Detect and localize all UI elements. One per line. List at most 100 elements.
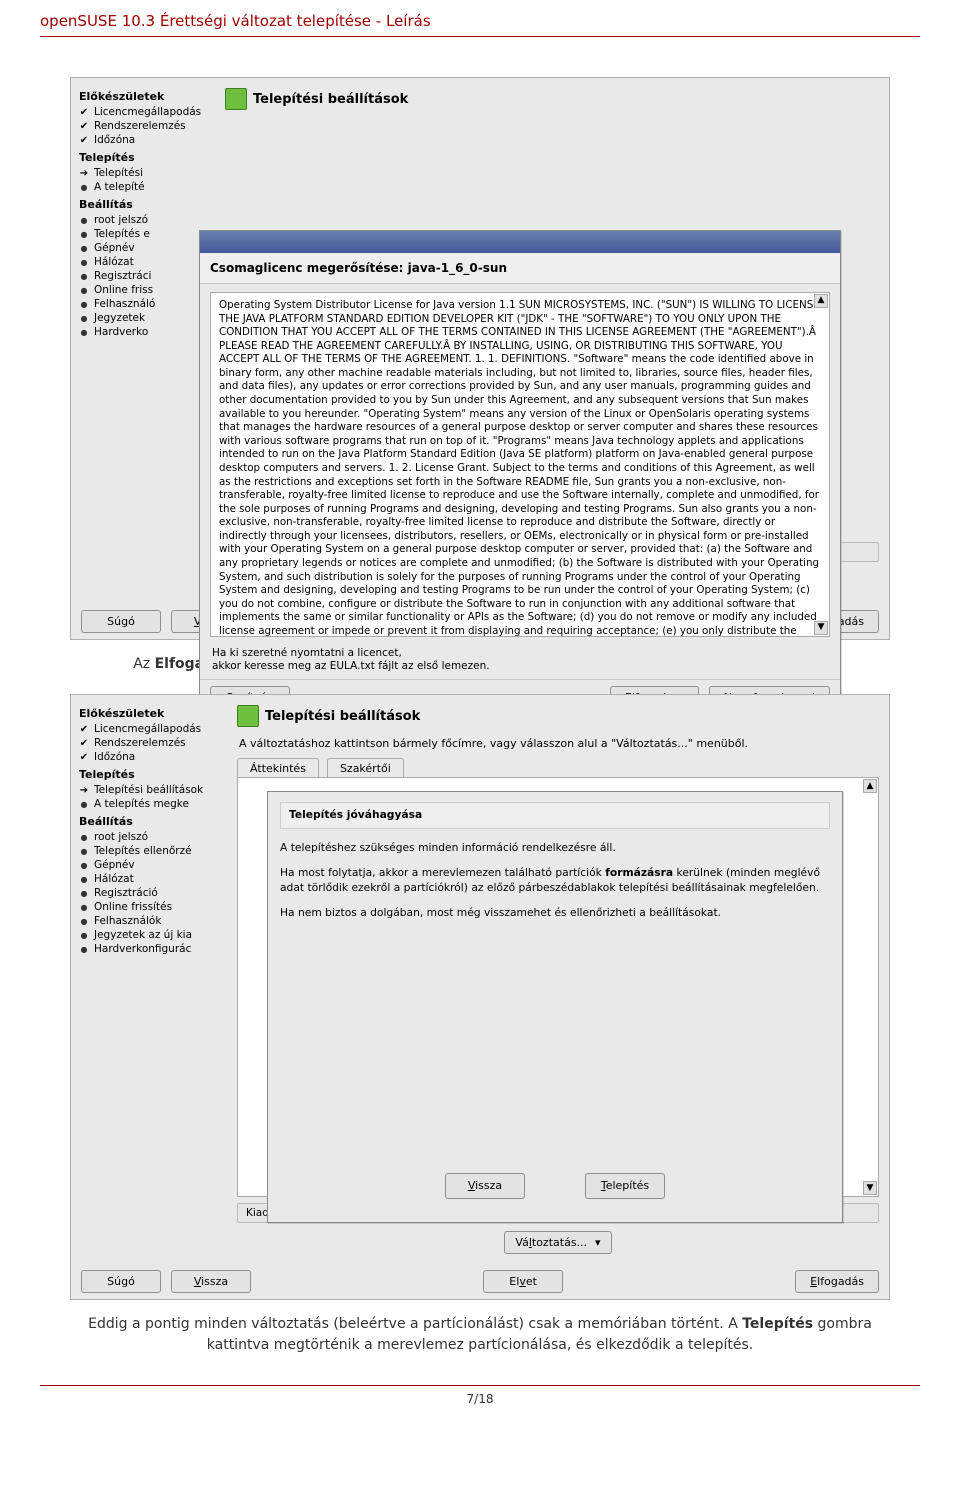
sidebar-step-current: ➔ Telepítési: [79, 166, 219, 180]
dialog-hint: Ha ki szeretné nyomtatni a licencet, akk…: [200, 645, 840, 679]
accept-button[interactable]: Elfogadás: [795, 1270, 879, 1293]
check-icon: ✔: [79, 724, 89, 735]
bullet-icon: ●: [79, 183, 89, 192]
panel-title: Telepítési beállítások: [265, 709, 420, 724]
sidebar-step-label: Rendszerelemzés: [94, 737, 186, 749]
sidebar-step: ● A telepítés megke: [79, 797, 231, 811]
sidebar-step-label: Licencmegállapodás: [94, 106, 201, 118]
screenshot-license-dialog: Előkészületek ✔ Licencmegállapodás ✔Rends…: [70, 77, 890, 640]
sidebar-step-label: Felhasználók: [94, 915, 161, 927]
sidebar-step: ● Regisztráció: [79, 886, 231, 900]
caption-bold: Telepítés: [742, 1316, 813, 1332]
bullet-icon: ●: [79, 903, 89, 912]
bullet-icon: ●: [79, 300, 89, 309]
sidebar-step-label: Telepítés ellenőrzé: [94, 845, 192, 857]
sidebar-step: ✔Rendszerelemzés: [79, 119, 219, 133]
caption-2: Eddig a pontig minden változtatás (beleé…: [40, 1314, 920, 1355]
bullet-icon: ●: [79, 230, 89, 239]
arrow-right-icon: ➔: [79, 785, 89, 796]
sidebar-step-label: Hálózat: [94, 873, 134, 885]
approval-text-span: Ha most folytatja, akkor a merevlemezen …: [280, 866, 605, 879]
help-button[interactable]: Súgó: [81, 610, 161, 633]
sidebar-step-label: Telepítési: [94, 167, 143, 179]
sidebar-step: ● Telepítés e: [79, 227, 219, 241]
back-button[interactable]: Vissza: [171, 1270, 251, 1293]
bullet-icon: ●: [79, 833, 89, 842]
sidebar-section-install: Telepítés: [79, 151, 219, 164]
sidebar-step-label: Online friss: [94, 284, 153, 296]
scroll-up-button[interactable]: ▲: [814, 294, 828, 308]
abort-button[interactable]: Elvet: [483, 1270, 563, 1293]
sidebar-step: ●Hardverkonfigurác: [79, 942, 231, 956]
license-confirm-dialog: Csomaglicenc megerősítése: java-1_6_0-su…: [199, 230, 841, 760]
tab-overview[interactable]: Áttekintés: [237, 758, 319, 778]
bullet-icon: ●: [79, 258, 89, 267]
sidebar-step: ● Telepítés ellenőrzé: [79, 844, 231, 858]
sidebar-step: ● Online friss: [79, 283, 219, 297]
sidebar-step: ● Felhasználók: [79, 914, 231, 928]
approval-text-bold: formázásra: [605, 866, 673, 879]
chevron-down-icon: ▾: [595, 1236, 601, 1249]
sidebar-section-config: Beállítás: [79, 815, 231, 828]
page-footer: 7/18: [40, 1385, 920, 1406]
bullet-icon: ●: [79, 800, 89, 809]
sidebar-step: ✔ Licencmegállapodás: [79, 722, 231, 736]
scroll-up-button[interactable]: ▲: [863, 779, 877, 793]
sidebar-section-prep: Előkészületek: [79, 90, 219, 103]
change-menu-button[interactable]: Változtatás... ▾: [504, 1231, 611, 1254]
license-text: Operating System Distributor License for…: [219, 299, 820, 637]
sidebar-step-label: Jegyzetek: [94, 312, 145, 324]
caption-text: Eddig a pontig minden változtatás (beleé…: [88, 1316, 742, 1332]
sidebar-step: ●A telepíté: [79, 180, 219, 194]
sidebar-step-label: Rendszerelemzés: [94, 120, 186, 132]
sidebar-step-label: Telepítési beállítások: [94, 784, 203, 796]
sidebar-step-label: Időzóna: [94, 134, 135, 146]
sidebar-step-label: Jegyzetek az új kia: [94, 929, 192, 941]
sidebar-step-label: Időzóna: [94, 751, 135, 763]
check-icon: ✔: [79, 107, 89, 118]
approval-text: Ha most folytatja, akkor a merevlemezen …: [280, 866, 830, 896]
license-text-area[interactable]: Operating System Distributor License for…: [210, 292, 830, 637]
sidebar-step-label: Licencmegállapodás: [94, 723, 201, 735]
bullet-icon: ●: [79, 889, 89, 898]
sidebar-section-install: Telepítés: [79, 768, 231, 781]
document-header: openSUSE 10.3 Érettségi változat telepít…: [40, 0, 920, 37]
sidebar-step: ●Felhasználó: [79, 297, 219, 311]
bullet-icon: ●: [79, 272, 89, 281]
check-icon: ✔: [79, 752, 89, 763]
help-button[interactable]: Súgó: [81, 1270, 161, 1293]
dialog-titlebar[interactable]: [200, 231, 840, 253]
sidebar-step-label: Telepítés e: [94, 228, 150, 240]
dialog-hint-line: akkor keresse meg az EULA.txt fájlt az e…: [212, 660, 828, 673]
package-icon: [225, 88, 247, 110]
sidebar-step: ●root jelszó: [79, 213, 219, 227]
bullet-icon: ●: [79, 216, 89, 225]
sidebar-step-label: Regisztráció: [94, 887, 158, 899]
bullet-icon: ●: [79, 286, 89, 295]
check-icon: ✔: [79, 738, 89, 749]
approval-back-button[interactable]: Vissza: [445, 1173, 525, 1198]
sidebar-step: ✔Időzóna: [79, 133, 219, 147]
bullet-icon: ●: [79, 917, 89, 926]
sidebar-step-label: A telepítés megke: [94, 798, 189, 810]
screenshot-install-approval: Előkészületek ✔Licencmegállapodás ✔Rends…: [70, 694, 890, 1300]
arrow-right-icon: ➔: [79, 168, 89, 179]
scroll-down-button[interactable]: ▼: [863, 1181, 877, 1195]
sidebar-step-label: Online frissítés: [94, 901, 172, 913]
approval-install-button[interactable]: Telepítés: [585, 1173, 665, 1198]
sidebar-step-label: root jelszó: [94, 831, 148, 843]
sidebar-step: ●Jegyzetek az új kia: [79, 928, 231, 942]
scroll-down-button[interactable]: ▼: [814, 621, 828, 635]
sidebar-step-label: Hardverko: [94, 326, 148, 338]
sidebar-step-label: Gépnév: [94, 859, 135, 871]
package-icon: [237, 705, 259, 727]
approval-text: A telepítéshez szükséges minden informác…: [280, 841, 830, 856]
approval-title: Telepítés jóváhagyása: [280, 802, 830, 829]
panel-title: Telepítési beállítások: [253, 92, 408, 107]
tab-expert[interactable]: Szakértői: [327, 758, 404, 778]
sidebar-step: ● root jelszó: [79, 830, 231, 844]
bullet-icon: ●: [79, 847, 89, 856]
sidebar-section-config: Beállítás: [79, 198, 219, 211]
wizard-steps-sidebar: Előkészületek ✔Licencmegállapodás ✔Rends…: [75, 699, 235, 1262]
panel-hint: A változtatáshoz kattintson bármely főcí…: [237, 733, 879, 758]
